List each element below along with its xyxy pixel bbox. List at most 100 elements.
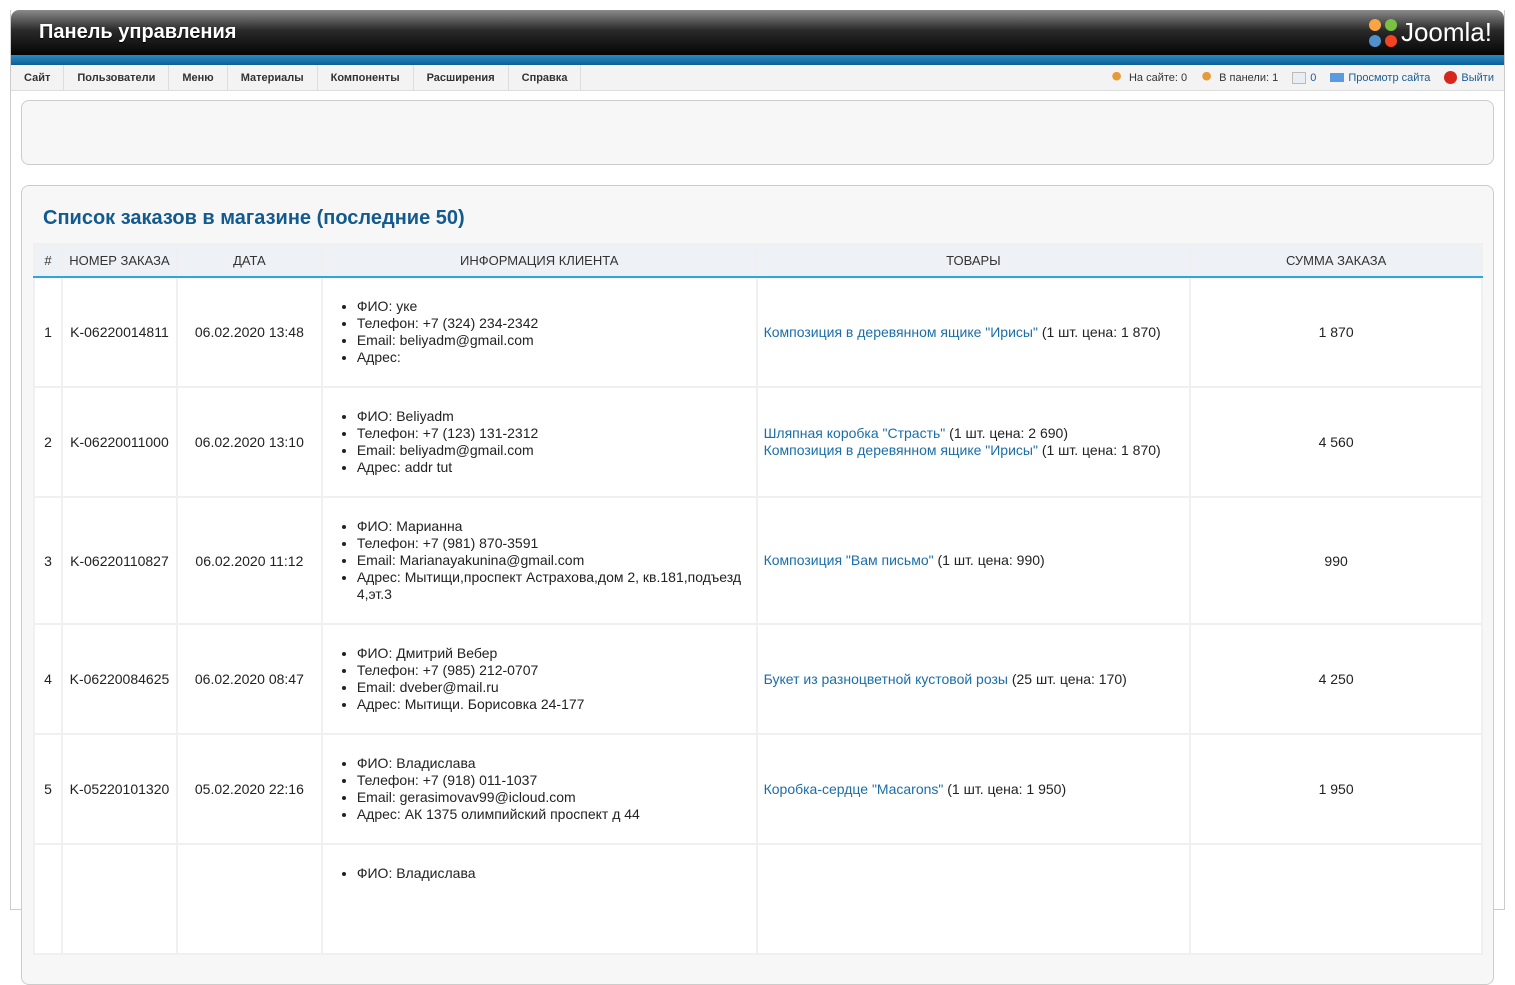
- status-bar: На сайте: 0 В панели: 1 0 Просмотр сайта…: [1110, 65, 1504, 90]
- table-row: 3K-0622011082706.02.2020 11:12ФИО: Мариа…: [33, 496, 1483, 625]
- row-index: [33, 843, 63, 955]
- joomla-logo-icon: [1368, 18, 1397, 47]
- row-index: 4: [33, 623, 63, 735]
- order-sum: 1 950: [1189, 733, 1483, 845]
- order-number: K-06220084625: [60, 623, 178, 735]
- messages-count: 0: [1310, 71, 1317, 84]
- column-header[interactable]: ИНФОРМАЦИЯ КЛИЕНТА: [320, 243, 758, 278]
- monitor-icon: [1330, 73, 1345, 82]
- order-item: Композиция "Вам письмо" (1 шт. цена: 990…: [764, 552, 1190, 569]
- menu-item[interactable]: Сайт: [11, 65, 65, 90]
- column-header[interactable]: ДАТА: [175, 243, 323, 278]
- order-date: 06.02.2020 08:47: [175, 623, 323, 735]
- client-info-item: Email: Marianayakunina@gmail.com: [357, 552, 756, 569]
- product-link[interactable]: Композиция в деревянном ящике "Ирисы": [764, 442, 1038, 458]
- main-menu: Сайт Пользователи Меню Материалы Компоненты Р…: [11, 65, 1504, 91]
- client-info-item: Телефон: +7 (123) 131-2312: [357, 425, 756, 442]
- client-info-list: ФИО: МарианнаТелефон: +7 (981) 870-3591E…: [323, 518, 756, 603]
- order-items: Композиция "Вам письмо" (1 шт. цена: 990…: [755, 496, 1192, 625]
- column-header[interactable]: СУММА ЗАКАЗА: [1189, 243, 1483, 278]
- client-info: ФИО: Дмитрий ВеберТелефон: +7 (985) 212-…: [320, 623, 758, 735]
- page-title: Панель управления: [39, 21, 237, 43]
- view-site-link[interactable]: Просмотр сайта: [1330, 72, 1430, 84]
- order-number: K-06220014811: [60, 276, 178, 388]
- messages-link[interactable]: 0: [1292, 71, 1317, 84]
- users-icon: [1110, 71, 1125, 84]
- client-info: ФИО: Владислава: [320, 843, 758, 955]
- column-header[interactable]: #: [33, 243, 63, 278]
- client-info-item: Адрес: addr tut: [357, 459, 756, 476]
- logout-link[interactable]: Выйти: [1444, 71, 1494, 84]
- client-info: ФИО: укеТелефон: +7 (324) 234-2342Email:…: [320, 276, 758, 388]
- order-date: 06.02.2020 13:48: [175, 276, 323, 388]
- client-info-item: Адрес: Мытищи. Борисовка 24-177: [357, 696, 756, 713]
- row-index: 3: [33, 496, 63, 625]
- logo-text: Joomla!: [1400, 17, 1492, 47]
- order-sum: 4 250: [1189, 623, 1483, 735]
- client-info-item: Телефон: +7 (324) 234-2342: [357, 315, 756, 332]
- client-info-item: Email: beliyadm@gmail.com: [357, 442, 756, 459]
- accent-strip: [11, 55, 1504, 65]
- row-index: 5: [33, 733, 63, 845]
- client-info-list: ФИО: укеТелефон: +7 (324) 234-2342Email:…: [323, 298, 756, 366]
- order-sum: 1 870: [1189, 276, 1483, 388]
- mail-icon: [1292, 71, 1307, 84]
- product-link[interactable]: Букет из разноцветной кустовой розы: [764, 671, 1008, 687]
- order-date: [175, 843, 323, 955]
- row-index: 1: [33, 276, 63, 388]
- order-items: [755, 843, 1192, 955]
- orders-panel: Список заказов в магазине (последние 50)…: [21, 185, 1494, 985]
- order-item: Композиция в деревянном ящике "Ирисы" (1…: [764, 324, 1190, 341]
- menu-item[interactable]: Справка: [509, 65, 582, 90]
- order-item: Композиция в деревянном ящике "Ирисы" (1…: [764, 442, 1190, 459]
- order-item: Коробка-сердце "Macarons" (1 шт. цена: 1…: [764, 781, 1190, 798]
- in-panel-status: В панели: 1: [1201, 71, 1279, 84]
- product-detail: (25 шт. цена: 170): [1007, 670, 1127, 687]
- menu-item[interactable]: Компоненты: [318, 65, 414, 90]
- client-info-item: ФИО: Владислава: [357, 865, 756, 882]
- client-info-item: Адрес: Мытищи,проспект Астрахова,дом 2, …: [357, 569, 756, 603]
- client-info-list: ФИО: BeliyadmТелефон: +7 (123) 131-2312E…: [323, 408, 756, 476]
- table-row: 5K-0522010132005.02.2020 22:16ФИО: Влади…: [33, 733, 1483, 845]
- product-link[interactable]: Композиция "Вам письмо": [764, 552, 934, 568]
- order-date: 06.02.2020 11:12: [175, 496, 323, 625]
- on-site-label: На сайте: 0: [1128, 71, 1188, 84]
- client-info-item: ФИО: Владислава: [357, 755, 756, 772]
- order-number: K-05220101320: [60, 733, 178, 845]
- client-info-item: ФИО: Марианна: [357, 518, 756, 535]
- client-info-item: Email: beliyadm@gmail.com: [357, 332, 756, 349]
- joomla-logo: Joomla!: [1368, 17, 1492, 48]
- menu-item[interactable]: Меню: [169, 65, 228, 90]
- menu-item[interactable]: Пользователи: [64, 65, 170, 90]
- on-site-status: На сайте: 0: [1110, 71, 1188, 84]
- column-header[interactable]: ТОВАРЫ: [755, 243, 1192, 278]
- table-row: ФИО: Владислава: [33, 843, 1483, 955]
- product-link[interactable]: Композиция в деревянном ящике "Ирисы": [764, 324, 1038, 340]
- table-row: 4K-0622008462506.02.2020 08:47ФИО: Дмитр…: [33, 623, 1483, 735]
- client-info-item: Телефон: +7 (918) 011-1037: [357, 772, 756, 789]
- column-header[interactable]: НОМЕР ЗАКАЗА: [60, 243, 178, 278]
- client-info-item: Телефон: +7 (985) 212-0707: [357, 662, 756, 679]
- client-info-item: ФИО: Дмитрий Вебер: [357, 645, 756, 662]
- client-info-list: ФИО: Владислава: [323, 865, 756, 882]
- table-header: # НОМЕР ЗАКАЗА ДАТА ИНФОРМАЦИЯ КЛИЕНТА ТОВАР…: [33, 243, 1483, 278]
- client-info-item: Email: dveber@mail.ru: [357, 679, 756, 696]
- in-panel-label: В панели: 1: [1219, 71, 1279, 84]
- row-index: 2: [33, 386, 63, 498]
- client-info-list: ФИО: ВладиславаТелефон: +7 (918) 011-103…: [323, 755, 756, 823]
- product-link[interactable]: Коробка-сердце "Macarons": [764, 781, 944, 797]
- client-info: ФИО: ВладиславаТелефон: +7 (918) 011-103…: [320, 733, 758, 845]
- order-number: K-06220110827: [60, 496, 178, 625]
- product-detail: (1 шт. цена: 1 950): [943, 780, 1067, 797]
- order-sum: 4 560: [1189, 386, 1483, 498]
- product-detail: (1 шт. цена: 1 870): [1037, 442, 1161, 458]
- product-link[interactable]: Шляпная коробка "Страсть": [764, 425, 946, 441]
- admin-window: Панель управления Joomla! Сайт Пользовате…: [10, 10, 1505, 985]
- order-items: Шляпная коробка "Страсть" (1 шт. цена: 2…: [755, 386, 1192, 498]
- order-items: Композиция в деревянном ящике "Ирисы" (1…: [755, 276, 1192, 388]
- logout-icon: [1444, 71, 1458, 84]
- client-info-item: Адрес:: [357, 349, 756, 366]
- menu-item[interactable]: Материалы: [228, 65, 318, 90]
- client-info-item: Email: gerasimovav99@icloud.com: [357, 789, 756, 806]
- menu-item[interactable]: Расширения: [414, 65, 509, 90]
